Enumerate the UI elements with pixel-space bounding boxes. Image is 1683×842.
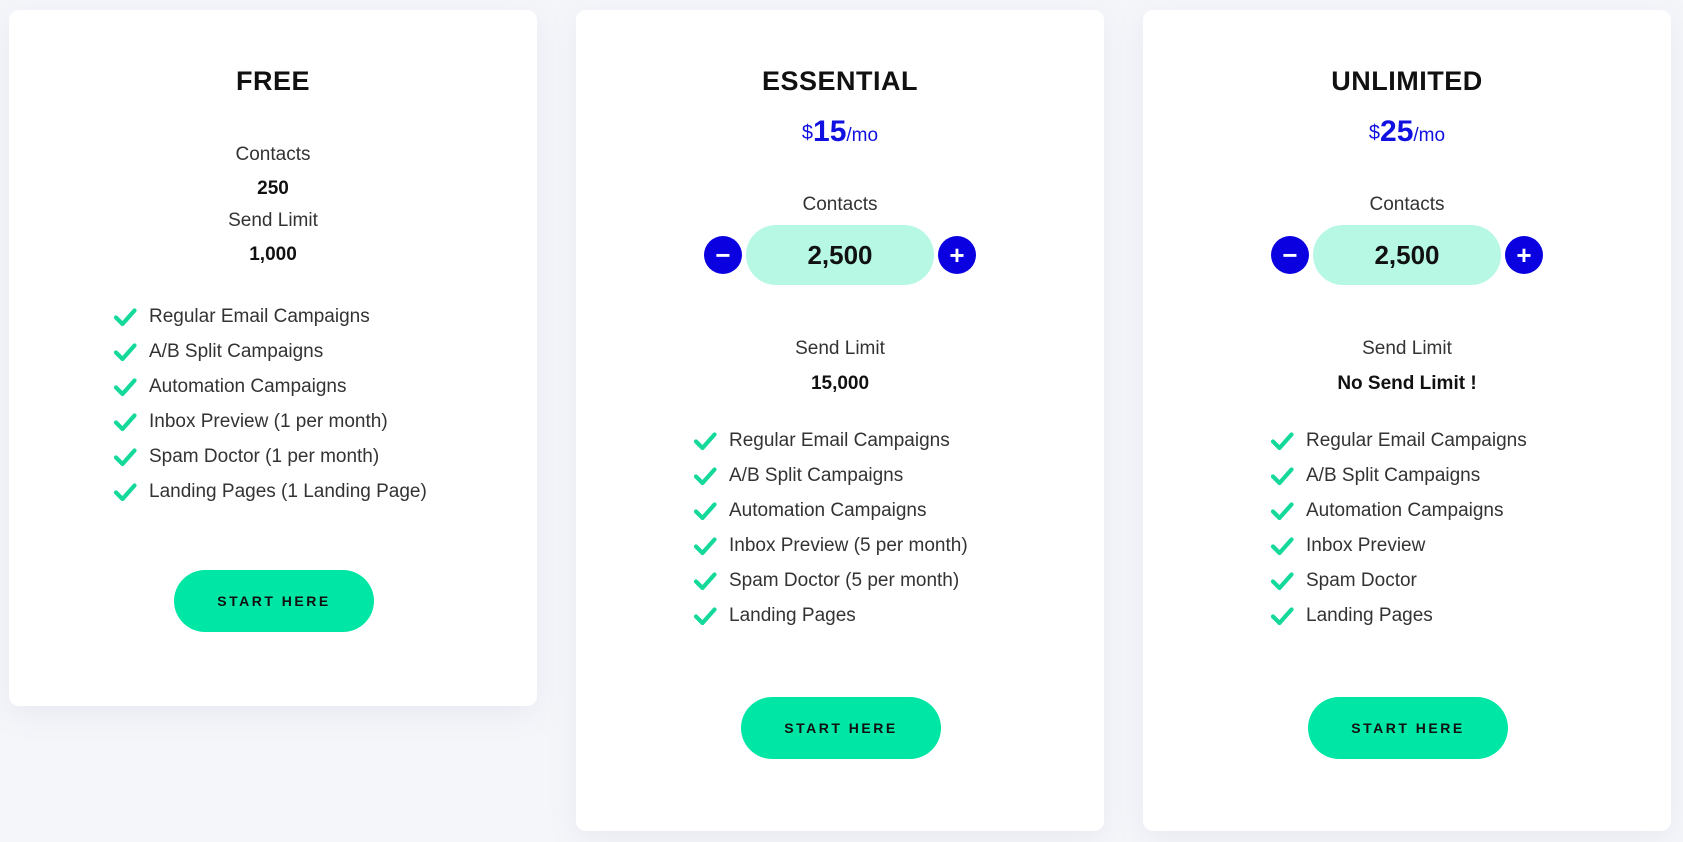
check-icon (1270, 431, 1294, 450)
feature-label: Regular Email Campaigns (1306, 430, 1527, 451)
feature-item: Landing Pages (693, 598, 968, 633)
feature-label: Spam Doctor (5 per month) (729, 570, 960, 591)
plan-card-essential: ESSENTIAL $15/mo Contacts − 2,500 + Send… (576, 10, 1104, 831)
send-limit-value: 1,000 (249, 244, 297, 265)
contacts-stepper: − 2,500 + (1143, 224, 1671, 286)
plan-name: FREE (235, 66, 310, 96)
plan-card-unlimited: UNLIMITED $25/mo Contacts − 2,500 + Send… (1143, 10, 1671, 831)
feature-item: Regular Email Campaigns (1270, 423, 1527, 458)
check-icon (1270, 606, 1294, 625)
feature-label: Automation Campaigns (729, 500, 927, 521)
feature-label: Spam Doctor (1306, 570, 1417, 591)
decrement-button[interactable]: − (1271, 236, 1309, 274)
check-icon (693, 431, 717, 450)
feature-label: Spam Doctor (1 per month) (149, 446, 380, 467)
feature-item: A/B Split Campaigns (693, 458, 968, 493)
feature-item: Inbox Preview (1 per month) (113, 404, 427, 439)
price-currency: $ (1368, 122, 1381, 144)
check-icon (113, 342, 137, 361)
feature-label: Inbox Preview (5 per month) (729, 535, 968, 556)
feature-label: Landing Pages (1306, 605, 1433, 626)
check-icon (1270, 571, 1294, 590)
check-icon (693, 466, 717, 485)
feature-list: Regular Email Campaigns A/B Split Campai… (1270, 423, 1527, 633)
feature-label: A/B Split Campaigns (149, 341, 324, 362)
check-icon (1270, 466, 1294, 485)
feature-item: Landing Pages (1 Landing Page) (113, 474, 427, 509)
plan-name: ESSENTIAL (761, 66, 919, 96)
contacts-value: 250 (257, 178, 289, 199)
contacts-label: Contacts (235, 144, 311, 165)
start-here-button[interactable]: START HERE (174, 570, 374, 632)
feature-item: Regular Email Campaigns (113, 299, 427, 334)
check-icon (113, 307, 137, 326)
check-icon (693, 501, 717, 520)
feature-item: A/B Split Campaigns (1270, 458, 1527, 493)
feature-list: Regular Email Campaigns A/B Split Campai… (113, 299, 427, 509)
feature-item: Inbox Preview (5 per month) (693, 528, 968, 563)
feature-label: Regular Email Campaigns (729, 430, 950, 451)
contacts-label: Contacts (1369, 194, 1445, 215)
feature-item: Automation Campaigns (113, 369, 427, 404)
check-icon (113, 482, 137, 501)
decrement-button[interactable]: − (704, 236, 742, 274)
plus-icon: + (1516, 240, 1532, 270)
feature-label: Automation Campaigns (1306, 500, 1504, 521)
feature-item: Spam Doctor (1270, 563, 1527, 598)
contacts-label: Contacts (802, 194, 878, 215)
feature-list: Regular Email Campaigns A/B Split Campai… (693, 423, 968, 633)
check-icon (693, 606, 717, 625)
contacts-stepper: − 2,500 + (576, 224, 1104, 286)
plan-price: $15/mo (576, 115, 1104, 149)
feature-label: Regular Email Campaigns (149, 306, 370, 327)
check-icon (1270, 501, 1294, 520)
feature-item: Automation Campaigns (1270, 493, 1527, 528)
price-currency: $ (801, 122, 814, 144)
send-limit-value: 15,000 (810, 373, 870, 394)
feature-item: Spam Doctor (1 per month) (113, 439, 427, 474)
feature-label: Landing Pages (1 Landing Page) (149, 481, 427, 502)
minus-icon: − (1282, 240, 1298, 270)
price-period: /mo (1413, 125, 1446, 146)
send-limit-label: Send Limit (1362, 338, 1452, 359)
contacts-value[interactable]: 2,500 (1313, 225, 1501, 285)
feature-label: A/B Split Campaigns (1306, 465, 1481, 486)
feature-item: A/B Split Campaigns (113, 334, 427, 369)
price-amount: 15 (813, 115, 847, 148)
send-limit-label: Send Limit (795, 338, 885, 359)
feature-label: Landing Pages (729, 605, 856, 626)
feature-item: Spam Doctor (5 per month) (693, 563, 968, 598)
minus-icon: − (715, 240, 731, 270)
plan-card-free: FREE Contacts 250 Send Limit 1,000 Regul… (9, 10, 537, 706)
feature-item: Inbox Preview (1270, 528, 1527, 563)
start-here-button[interactable]: START HERE (1308, 697, 1508, 759)
plan-price: $25/mo (1143, 115, 1671, 149)
plus-icon: + (949, 240, 965, 270)
feature-item: Landing Pages (1270, 598, 1527, 633)
feature-item: Regular Email Campaigns (693, 423, 968, 458)
check-icon (113, 447, 137, 466)
feature-label: Automation Campaigns (149, 376, 347, 397)
start-here-button[interactable]: START HERE (741, 697, 941, 759)
send-limit-value: No Send Limit ! (1337, 373, 1477, 394)
increment-button[interactable]: + (938, 236, 976, 274)
price-period: /mo (846, 125, 879, 146)
price-amount: 25 (1380, 115, 1414, 148)
check-icon (693, 571, 717, 590)
check-icon (693, 536, 717, 555)
increment-button[interactable]: + (1505, 236, 1543, 274)
contacts-value[interactable]: 2,500 (746, 225, 934, 285)
check-icon (113, 377, 137, 396)
check-icon (1270, 536, 1294, 555)
send-limit-label: Send Limit (228, 210, 318, 231)
plan-name: UNLIMITED (1331, 66, 1483, 96)
check-icon (113, 412, 137, 431)
feature-label: Inbox Preview (1 per month) (149, 411, 388, 432)
feature-item: Automation Campaigns (693, 493, 968, 528)
feature-label: A/B Split Campaigns (729, 465, 904, 486)
feature-label: Inbox Preview (1306, 535, 1426, 556)
